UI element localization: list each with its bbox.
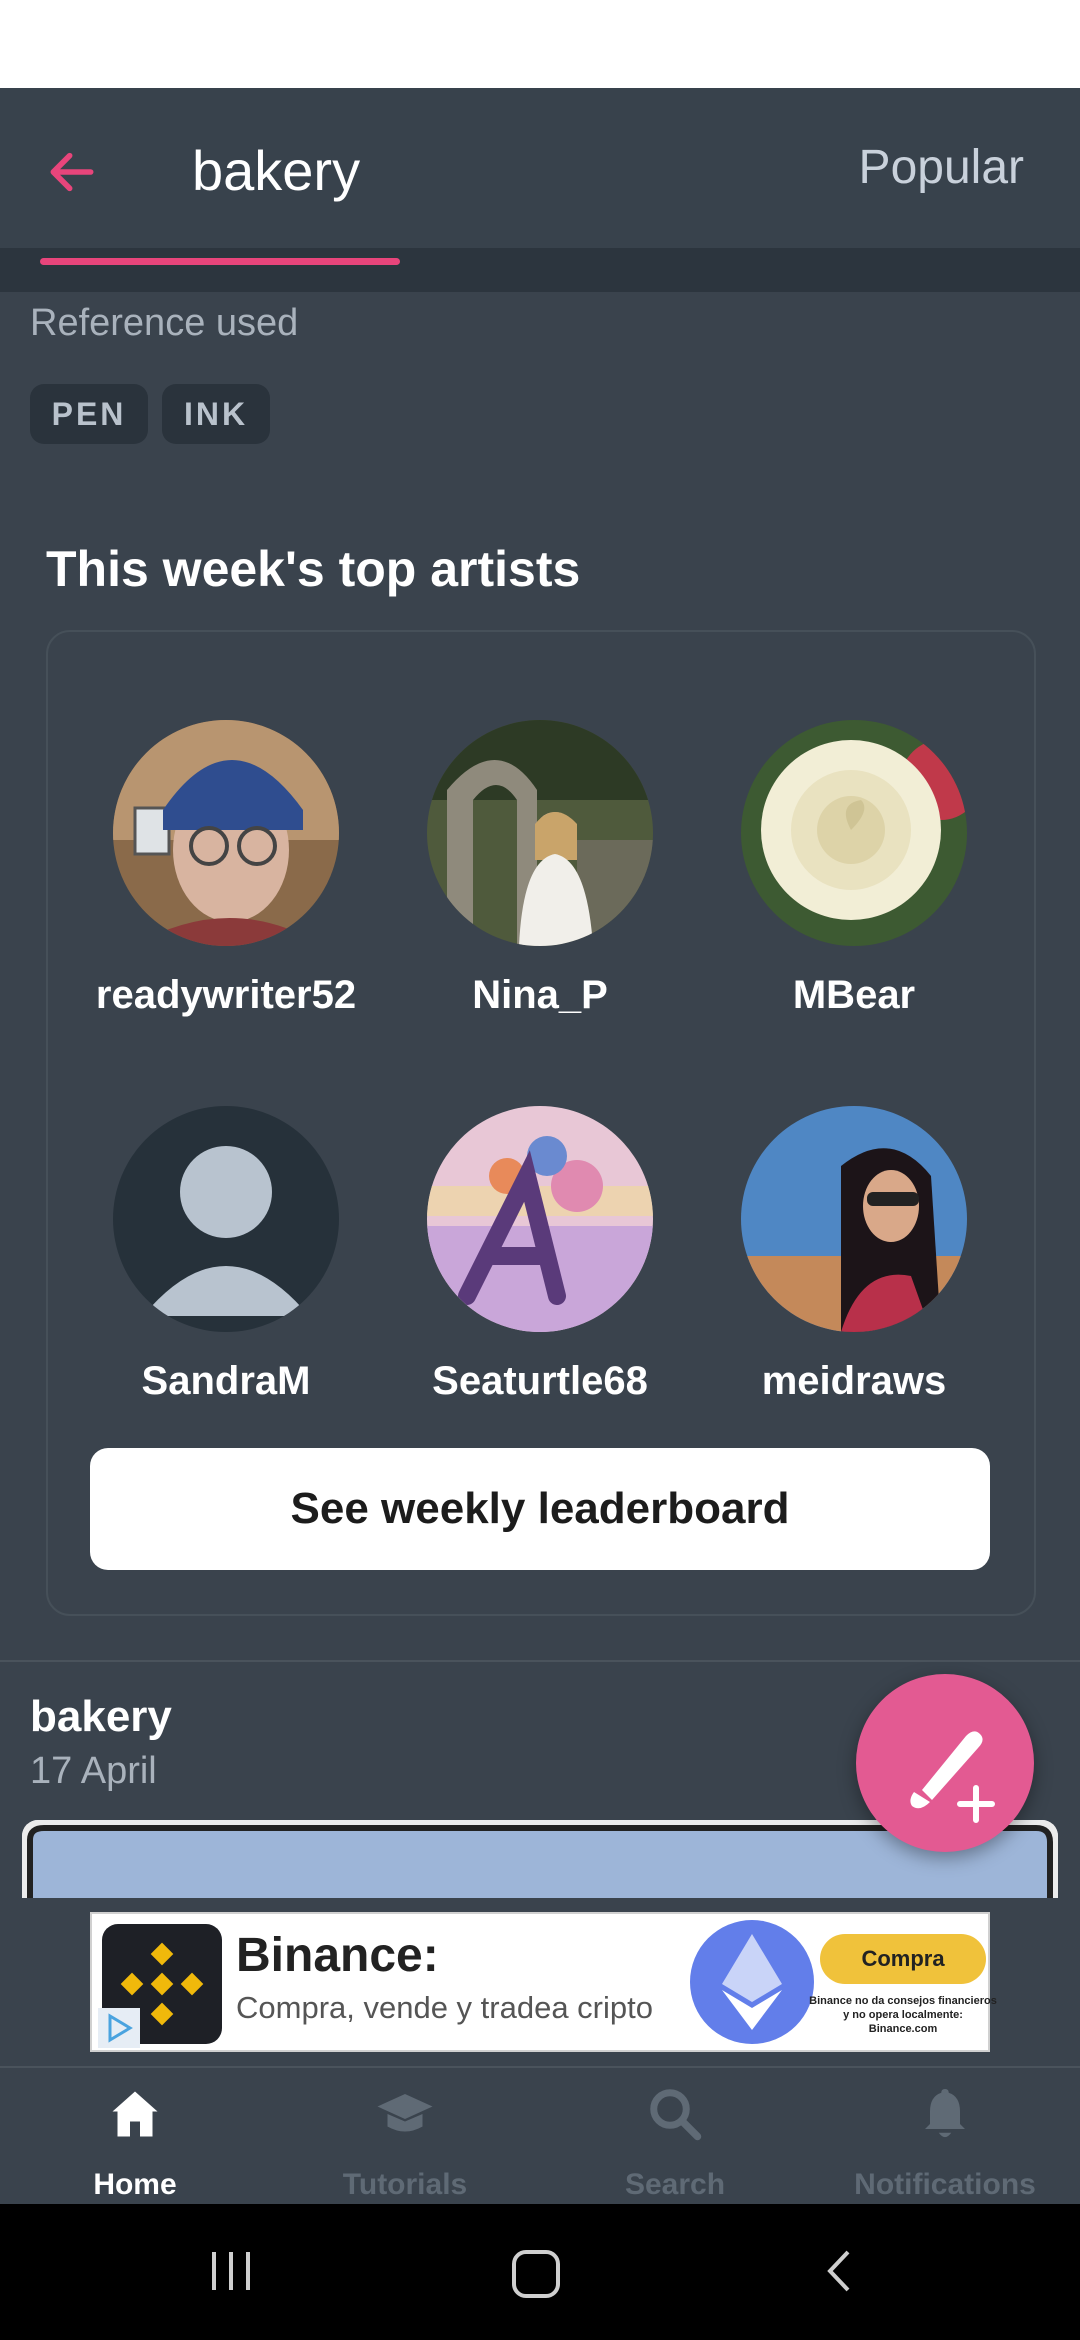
leaderboard-button[interactable]: See weekly leaderboard [90, 1448, 990, 1570]
bottom-nav: Home Tutorials Search Notifications [0, 2066, 1080, 2204]
artist-name: Seaturtle68 [432, 1359, 648, 1403]
reference-label: Reference used [30, 302, 299, 344]
ad-subtitle: Compra, vende y tradea cripto [236, 1990, 653, 2025]
artist-name: meidraws [761, 1359, 947, 1403]
artist-mbear[interactable]: MBear [704, 720, 1004, 1018]
brush-plus-icon [910, 1731, 995, 1823]
nav-notifications[interactable]: Notifications [810, 2068, 1080, 2206]
divider [0, 1660, 1080, 1662]
artist-name: readywriter52 [95, 973, 357, 1017]
avatar [427, 1106, 653, 1332]
ethereum-icon [690, 1920, 814, 2044]
status-bar [0, 0, 1080, 88]
artist-seaturtle68[interactable]: Seaturtle68 [390, 1106, 690, 1404]
artist-sandram[interactable]: SandraM [76, 1106, 376, 1404]
ad-banner[interactable]: Binance: Compra, vende y tradea cripto C… [90, 1912, 997, 2052]
post-title[interactable]: bakery [30, 1692, 172, 1742]
artist-readywriter52[interactable]: readywriter52 [76, 720, 376, 1018]
back-arrow-icon[interactable] [44, 144, 100, 200]
default-user-icon [113, 1106, 339, 1332]
tag-ink[interactable]: INK [162, 384, 270, 444]
nav-search[interactable]: Search [540, 2068, 810, 2206]
top-bar: bakery Popular [0, 88, 1080, 248]
avatar [113, 720, 339, 946]
avatar [741, 720, 981, 946]
top-artists-title: This week's top artists [46, 541, 581, 597]
artist-nina-p[interactable]: Nina_P [390, 720, 690, 1018]
artist-name: Nina_P [472, 973, 608, 1017]
ad-choices-icon[interactable] [98, 2008, 140, 2048]
nav-label: Search [624, 2168, 726, 2201]
nav-label: Notifications [854, 2168, 1036, 2201]
home-icon [112, 2091, 158, 2137]
bell-icon [925, 2089, 965, 2138]
tab-strip [0, 248, 1080, 292]
sort-popular-button[interactable]: Popular [859, 140, 1024, 195]
ad-disclaimer: Binance no da consejos financieros y no … [809, 1995, 997, 2035]
artist-name: MBear [792, 973, 916, 1017]
ad-brand: Binance: [236, 1929, 439, 1982]
artist-name: SandraM [141, 1359, 311, 1403]
search-icon [650, 2089, 702, 2141]
tag-pen[interactable]: PEN [30, 384, 148, 444]
ad-cta-button[interactable]: Compra [820, 1934, 986, 1984]
page-title: bakery [192, 139, 361, 202]
system-nav-bar [0, 2204, 1080, 2340]
nav-tutorials[interactable]: Tutorials [270, 2068, 540, 2206]
graduation-cap-icon [377, 2094, 433, 2132]
recent-apps-icon[interactable] [206, 2246, 256, 2296]
avatar [741, 1106, 967, 1332]
avatar [427, 720, 653, 946]
artist-meidraws[interactable]: meidraws [704, 1106, 1004, 1404]
active-tab-indicator [40, 258, 400, 265]
post-date: 17 April [30, 1750, 157, 1792]
home-system-icon[interactable] [508, 2246, 564, 2302]
back-system-icon[interactable] [816, 2246, 866, 2296]
create-drawing-button[interactable] [856, 1674, 1034, 1852]
nav-label: Home [93, 2168, 177, 2201]
nav-home[interactable]: Home [0, 2068, 270, 2206]
nav-label: Tutorials [342, 2168, 468, 2201]
